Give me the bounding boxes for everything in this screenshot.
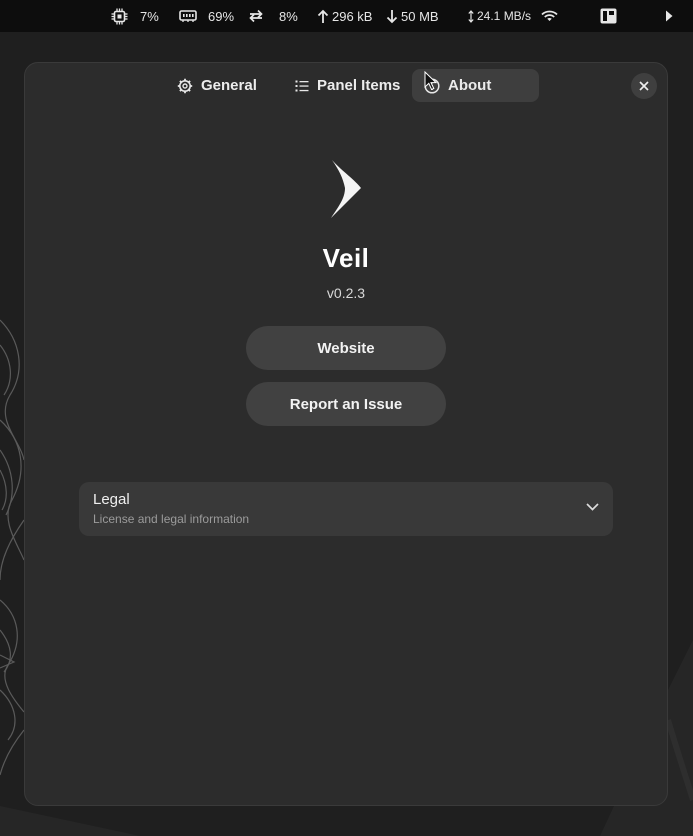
close-button[interactable] <box>631 73 657 99</box>
close-icon <box>639 81 649 91</box>
legal-title: Legal <box>93 491 130 508</box>
upload-indicator[interactable]: 296 kB <box>317 0 372 32</box>
mouse-cursor-icon <box>424 71 438 91</box>
list-icon <box>295 80 309 91</box>
memory-value: 69% <box>208 8 235 24</box>
desktop: 7% 69% 8% 296 kB 50 MB 24.1 MB/s General… <box>0 0 693 836</box>
wifi-icon <box>541 10 558 21</box>
legal-expander[interactable]: Legal License and legal information <box>79 482 613 536</box>
swap-indicator[interactable]: 8% <box>248 0 298 32</box>
layout-icon <box>600 8 617 24</box>
arrow-down-icon <box>386 9 398 23</box>
chevron-down-icon <box>586 503 599 511</box>
cpu-icon <box>111 8 128 24</box>
app-name: Veil <box>322 243 370 273</box>
legal-subtitle: License and legal information <box>93 512 250 526</box>
gear-icon <box>177 78 193 93</box>
tab-about-label: About <box>448 77 492 94</box>
top-panel: 7% 69% 8% 296 kB 50 MB 24.1 MB/s <box>0 0 693 32</box>
disk-speed-value: 24.1 MB/s <box>477 9 532 23</box>
tab-general[interactable]: General <box>165 69 269 102</box>
app-logo-icon <box>331 160 361 218</box>
swap-value: 8% <box>279 8 298 24</box>
memory-icon <box>179 10 197 22</box>
cpu-value: 7% <box>140 8 159 24</box>
upload-value: 296 kB <box>332 8 373 24</box>
report-issue-button[interactable]: Report an Issue <box>246 382 446 426</box>
arrow-up-icon <box>317 9 329 23</box>
download-value: 50 MB <box>401 8 439 24</box>
tab-panel-items-label: Panel Items <box>317 77 401 94</box>
updown-arrow-icon <box>468 9 474 23</box>
website-button[interactable]: Website <box>246 326 446 370</box>
tab-general-label: General <box>201 77 257 94</box>
tab-panel-items[interactable]: Panel Items <box>283 69 412 102</box>
wifi-indicator[interactable] <box>541 0 558 32</box>
app-version: v0.2.3 <box>326 285 366 301</box>
disk-speed-indicator[interactable]: 24.1 MB/s <box>468 0 531 32</box>
download-indicator[interactable]: 50 MB <box>386 0 439 32</box>
cpu-indicator[interactable]: 7% <box>111 0 159 32</box>
layout-indicator[interactable] <box>600 0 617 32</box>
tab-bar: General Panel Items About <box>25 69 667 103</box>
panel-expand-indicator[interactable] <box>665 0 673 32</box>
swap-icon <box>249 9 263 23</box>
about-window: General Panel Items About Veil v0.2.3 We… <box>24 62 668 806</box>
chevron-right-icon <box>666 10 673 22</box>
memory-indicator[interactable]: 69% <box>179 0 234 32</box>
